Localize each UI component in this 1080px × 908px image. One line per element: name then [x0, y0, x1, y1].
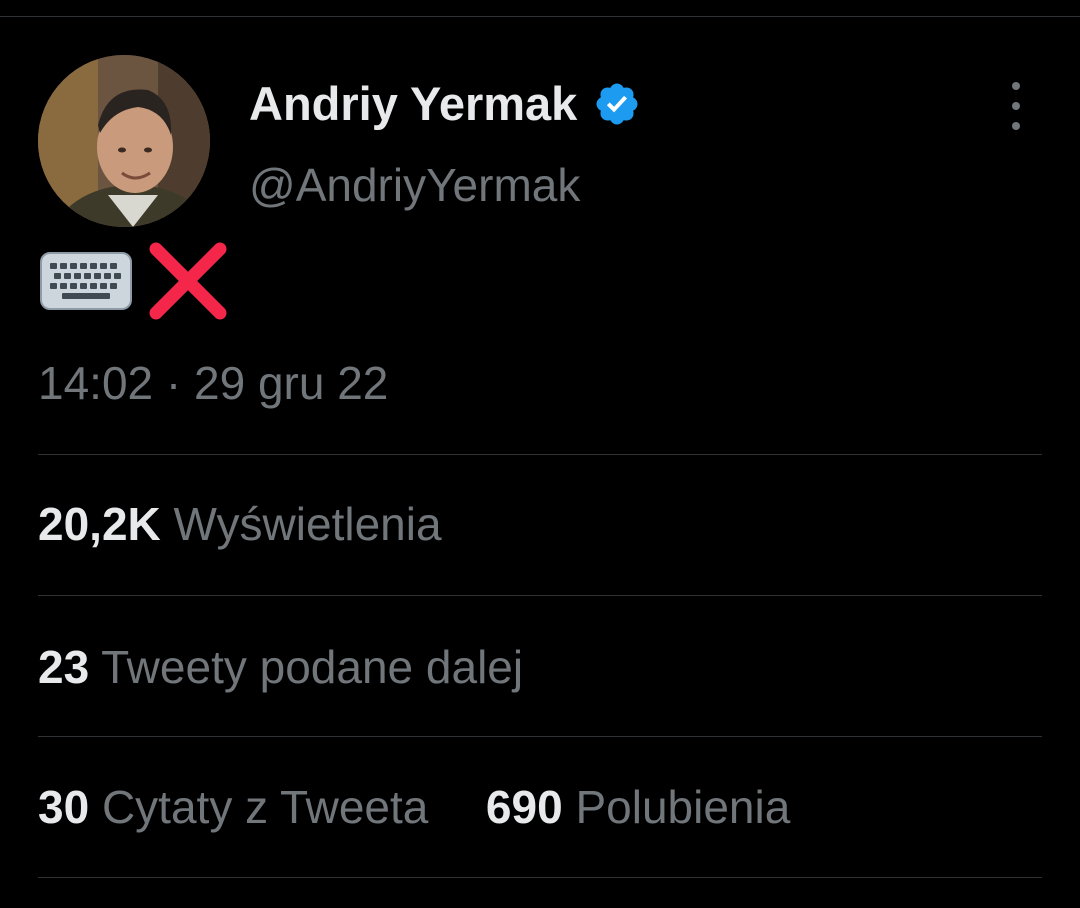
likes-label: Polubienia [575, 781, 791, 833]
divider [38, 454, 1042, 455]
quotes-label: Cytaty z Tweeta [101, 781, 429, 833]
divider [38, 595, 1042, 596]
more-vertical-icon-dot [1012, 102, 1020, 110]
views-label: Wyświetlenia [173, 498, 442, 550]
likes-stat[interactable]: 690 Polubienia [486, 781, 790, 833]
more-vertical-icon [1012, 82, 1020, 90]
retweets-count: 23 [38, 641, 90, 693]
more-options-button[interactable] [996, 82, 1036, 130]
divider [38, 736, 1042, 737]
likes-count: 690 [485, 781, 563, 833]
keyboard-emoji-icon [40, 251, 132, 315]
divider [38, 877, 1042, 878]
retweets-label: Tweety podane dalej [101, 641, 524, 693]
author-display-name[interactable]: Andriy Yermak [249, 76, 641, 131]
top-divider [0, 16, 1080, 17]
views-count: 20,2K [38, 498, 161, 550]
views-stat: 20,2K Wyświetlenia [38, 497, 442, 551]
verified-badge-icon [593, 80, 641, 128]
display-name-text[interactable]: Andriy Yermak [249, 76, 577, 131]
quotes-stat[interactable]: 30 Cytaty z Tweeta [38, 781, 441, 833]
quotes-count: 30 [38, 781, 90, 833]
author-handle[interactable]: @AndriyYermak [249, 158, 580, 212]
tweet-text [40, 240, 230, 326]
avatar[interactable] [38, 55, 210, 227]
more-vertical-icon-dot [1012, 122, 1020, 130]
retweets-stat[interactable]: 23 Tweety podane dalej [38, 640, 523, 694]
engagement-row: 30 Cytaty z Tweeta 690 Polubienia [38, 780, 790, 834]
tweet-timestamp[interactable]: 14:02 · 29 gru 22 [38, 356, 388, 410]
cross-mark-emoji-icon [146, 239, 230, 328]
